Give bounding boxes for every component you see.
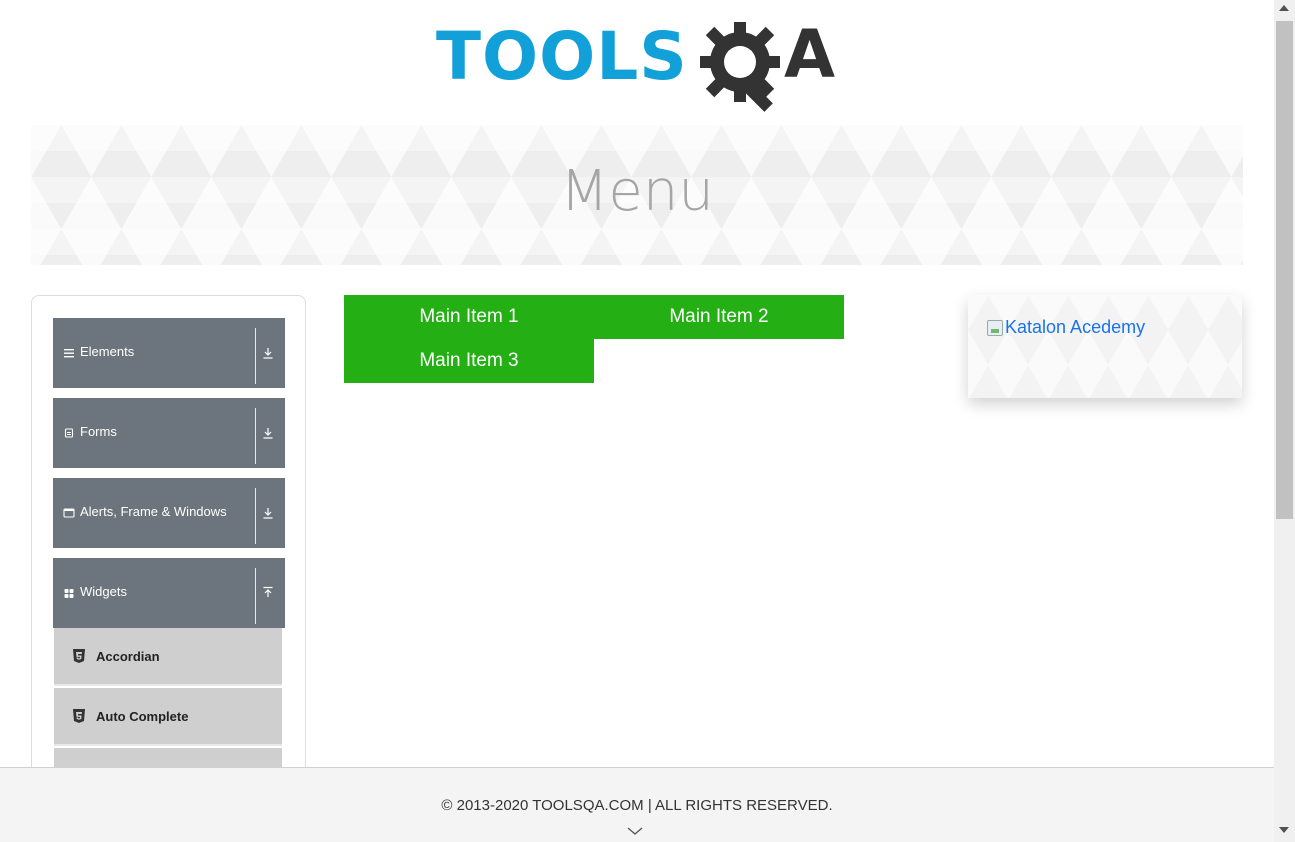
divider: [255, 328, 256, 384]
html5-icon: [73, 709, 85, 723]
window-icon: [63, 506, 75, 520]
sidebar-item-auto-complete[interactable]: Auto Complete: [54, 688, 282, 746]
sidebar-item-label: Auto Complete: [96, 709, 189, 724]
hamburger-icon: [63, 346, 75, 360]
grid-icon: [63, 586, 75, 600]
scroll-down-arrow-icon[interactable]: [1279, 827, 1289, 833]
sidebar-group-alerts[interactable]: Alerts, Frame & Windows: [53, 478, 285, 548]
sidebar-group-label: Alerts, Frame & Windows: [80, 504, 227, 519]
vertical-scrollbar[interactable]: [1274, 0, 1295, 842]
broken-image-icon: [987, 319, 1003, 336]
gear-magnifier-icon: [700, 22, 780, 112]
left-sidebar: Elements Forms Alerts, Frame & Windows W…: [31, 295, 306, 795]
sidebar-group-label: Forms: [80, 424, 117, 439]
sidebar-group-widgets[interactable]: Widgets: [53, 558, 285, 628]
sidebar-group-elements[interactable]: Elements: [53, 318, 285, 388]
html5-icon: [73, 649, 85, 663]
menu-item-main-3[interactable]: Main Item 3: [344, 339, 594, 383]
divider: [255, 568, 256, 624]
footer-copyright: © 2013-2020 TOOLSQA.COM | ALL RIGHTS RES…: [441, 797, 833, 814]
ad-alt-text: Katalon Acedemy: [1005, 317, 1146, 337]
logo-text-tools: TOOLS: [436, 18, 688, 95]
footer: © 2013-2020 TOOLSQA.COM | ALL RIGHTS RES…: [0, 767, 1274, 842]
sidebar-group-forms[interactable]: Forms: [53, 398, 285, 468]
chevron-down-icon[interactable]: [627, 826, 643, 836]
download-arrow-icon[interactable]: [259, 426, 277, 440]
sidebar-item-label: Accordian: [96, 649, 160, 664]
scroll-up-arrow-icon[interactable]: [1279, 5, 1289, 11]
divider: [255, 408, 256, 464]
form-icon: [63, 426, 75, 440]
scroll-thumb[interactable]: [1276, 21, 1293, 519]
toolsqa-logo[interactable]: TOOLS A: [436, 18, 842, 114]
page-title: Menu: [560, 159, 714, 224]
sidebar-item-accordian[interactable]: Accordian: [54, 628, 282, 686]
menu-item-main-2[interactable]: Main Item 2: [594, 295, 844, 339]
ad-link[interactable]: Katalon Acedemy: [987, 317, 1145, 338]
divider: [255, 488, 256, 544]
download-arrow-icon[interactable]: [259, 346, 277, 360]
logo-text-a: A: [784, 16, 836, 93]
sidebar-group-label: Widgets: [80, 584, 127, 599]
sidebar-group-label: Elements: [80, 344, 135, 359]
ad-card: Katalon Acedemy: [968, 295, 1242, 398]
menu-item-main-1[interactable]: Main Item 1: [344, 295, 594, 339]
download-arrow-icon[interactable]: [259, 506, 277, 520]
upload-arrow-icon[interactable]: [259, 586, 277, 600]
page-banner: Menu: [31, 125, 1243, 265]
